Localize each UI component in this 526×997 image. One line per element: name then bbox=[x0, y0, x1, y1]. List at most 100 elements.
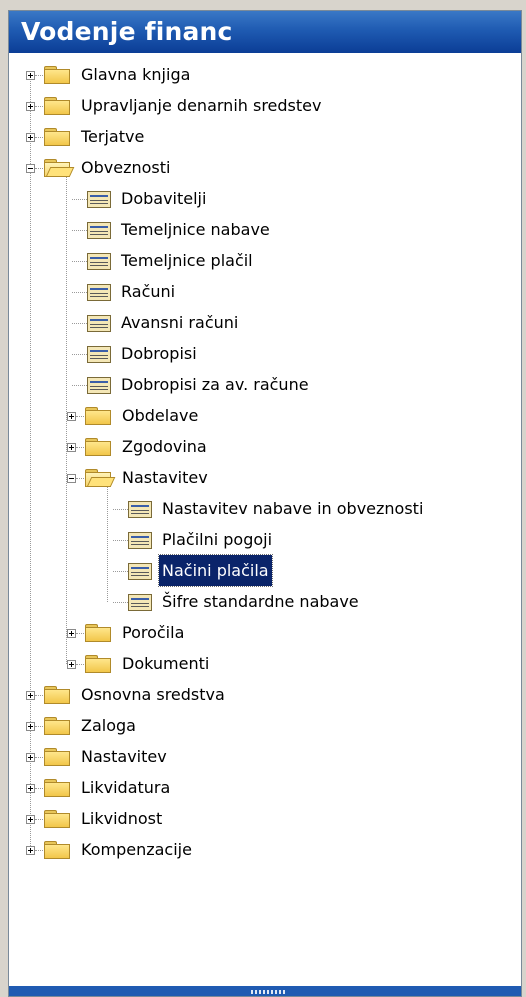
form-icon bbox=[128, 531, 152, 549]
tree-connector bbox=[72, 322, 87, 324]
form-icon bbox=[87, 221, 111, 239]
tree-item[interactable]: Temeljnice plačil bbox=[9, 245, 521, 276]
folder-icon bbox=[85, 406, 111, 425]
expand-icon[interactable] bbox=[26, 132, 35, 142]
tree-connector bbox=[35, 105, 43, 107]
tree-item-label: Dobropisi bbox=[121, 344, 197, 363]
tree-item-label: Avansni računi bbox=[121, 313, 239, 332]
tree-item-label: Zaloga bbox=[81, 716, 136, 735]
tree-item-label: Nastavitev bbox=[81, 747, 167, 766]
tree-connector bbox=[35, 787, 43, 789]
expand-icon[interactable] bbox=[26, 783, 35, 793]
tree-connector bbox=[35, 167, 43, 169]
tree-connector bbox=[76, 446, 84, 448]
folder-icon bbox=[44, 840, 70, 859]
tree-item[interactable]: Dobavitelji bbox=[9, 183, 521, 214]
tree-item[interactable]: Plačilni pogoji bbox=[9, 524, 521, 555]
expand-icon[interactable] bbox=[67, 442, 76, 452]
folder-icon bbox=[44, 96, 70, 115]
folder-icon bbox=[44, 127, 70, 146]
folder-icon bbox=[85, 623, 111, 642]
form-icon bbox=[87, 345, 111, 363]
tree-item[interactable]: Osnovna sredstva bbox=[9, 679, 521, 710]
tree-item-label: Nastavitev bbox=[122, 468, 208, 487]
collapse-icon[interactable] bbox=[26, 163, 35, 173]
tree-item[interactable]: Šifre standardne nabave bbox=[9, 586, 521, 617]
bottom-bar bbox=[9, 986, 521, 996]
form-icon bbox=[87, 190, 111, 208]
tree-item-label: Glavna knjiga bbox=[81, 65, 191, 84]
tree-item[interactable]: Obdelave bbox=[9, 400, 521, 431]
folder-icon bbox=[44, 809, 70, 828]
tree-item[interactable]: Dobropisi za av. račune bbox=[9, 369, 521, 400]
tree-connector bbox=[76, 663, 84, 665]
tree-item-label: Upravljanje denarnih sredstev bbox=[81, 96, 322, 115]
tree-connector bbox=[72, 384, 87, 386]
folder-open-icon bbox=[85, 468, 116, 487]
tree-connector bbox=[113, 539, 128, 541]
tree-item[interactable]: Kompenzacije bbox=[9, 834, 521, 865]
resize-grip[interactable] bbox=[251, 990, 287, 994]
tree-item[interactable]: Likvidatura bbox=[9, 772, 521, 803]
tree-item-label: Nastavitev nabave in obveznosti bbox=[162, 499, 424, 518]
tree-item[interactable]: Dobropisi bbox=[9, 338, 521, 369]
tree-item-label: Zgodovina bbox=[122, 437, 207, 456]
tree-item[interactable]: Nastavitev nabave in obveznosti bbox=[9, 493, 521, 524]
form-icon bbox=[87, 252, 111, 270]
tree-item-label: Šifre standardne nabave bbox=[162, 592, 359, 611]
tree-item[interactable]: Nastavitev bbox=[9, 462, 521, 493]
tree-item[interactable]: Likvidnost bbox=[9, 803, 521, 834]
tree-item-label: Dobropisi za av. račune bbox=[121, 375, 309, 394]
form-icon bbox=[87, 376, 111, 394]
tree-connector bbox=[35, 74, 43, 76]
tree-item[interactable]: Glavna knjiga bbox=[9, 59, 521, 90]
expand-icon[interactable] bbox=[26, 845, 35, 855]
folder-icon bbox=[44, 65, 70, 84]
expand-icon[interactable] bbox=[26, 814, 35, 824]
tree-item[interactable]: Avansni računi bbox=[9, 307, 521, 338]
expand-icon[interactable] bbox=[26, 70, 35, 80]
tree-item[interactable]: Zgodovina bbox=[9, 431, 521, 462]
tree-item-label: Temeljnice nabave bbox=[121, 220, 270, 239]
tree-connector bbox=[113, 508, 128, 510]
tree-connector bbox=[35, 136, 43, 138]
tree-item-label: Temeljnice plačil bbox=[121, 251, 253, 270]
expand-icon[interactable] bbox=[26, 101, 35, 111]
tree-item-label: Dokumenti bbox=[122, 654, 210, 673]
tree-connector bbox=[35, 818, 43, 820]
tree-item[interactable]: Zaloga bbox=[9, 710, 521, 741]
collapse-icon[interactable] bbox=[67, 473, 76, 483]
tree-item[interactable]: Nastavitev bbox=[9, 741, 521, 772]
tree-item[interactable]: Načini plačila bbox=[9, 554, 521, 587]
tree-item-label: Obdelave bbox=[122, 406, 199, 425]
form-icon bbox=[128, 593, 152, 611]
tree-connector bbox=[113, 570, 128, 572]
tree-item[interactable]: Temeljnice nabave bbox=[9, 214, 521, 245]
tree-item[interactable]: Obveznosti bbox=[9, 152, 521, 183]
tree-item-label: Kompenzacije bbox=[81, 840, 192, 859]
pane-title: Vodenje financ bbox=[9, 11, 521, 53]
folder-icon bbox=[44, 778, 70, 797]
folder-icon bbox=[85, 654, 111, 673]
expand-icon[interactable] bbox=[67, 628, 76, 638]
tree-item[interactable]: Upravljanje denarnih sredstev bbox=[9, 90, 521, 121]
form-icon bbox=[87, 314, 111, 332]
folder-icon bbox=[85, 437, 111, 456]
tree-connector bbox=[35, 725, 43, 727]
expand-icon[interactable] bbox=[26, 690, 35, 700]
tree-item[interactable]: Terjatve bbox=[9, 121, 521, 152]
tree-connector bbox=[76, 477, 84, 479]
tree-connector bbox=[35, 756, 43, 758]
form-icon bbox=[128, 562, 152, 580]
tree-item[interactable]: Poročila bbox=[9, 617, 521, 648]
tree-item-label: Terjatve bbox=[81, 127, 145, 146]
expand-icon[interactable] bbox=[26, 721, 35, 731]
tree-item-label: Dobavitelji bbox=[121, 189, 207, 208]
expand-icon[interactable] bbox=[26, 752, 35, 762]
tree-item[interactable]: Dokumenti bbox=[9, 648, 521, 679]
expand-icon[interactable] bbox=[67, 659, 76, 669]
tree-item[interactable]: Računi bbox=[9, 276, 521, 307]
tree-item-label: Likvidatura bbox=[81, 778, 171, 797]
navigation-pane: Vodenje financ Glavna knjiga Upravljanje … bbox=[8, 10, 522, 997]
expand-icon[interactable] bbox=[67, 411, 76, 421]
